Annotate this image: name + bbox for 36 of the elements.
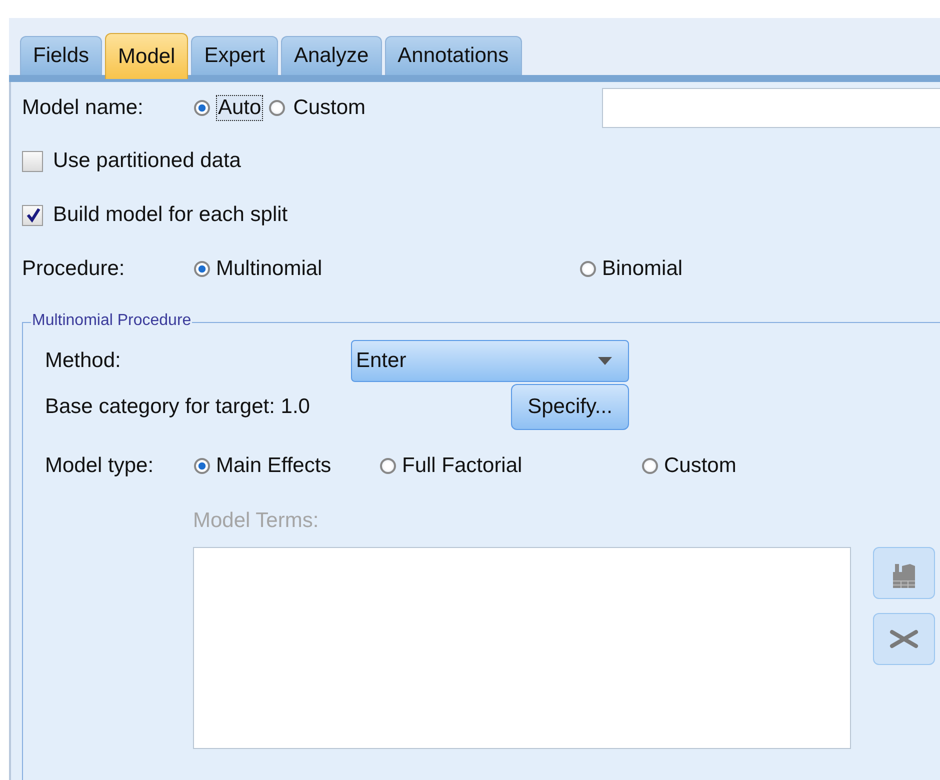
radio-button[interactable] — [194, 261, 210, 277]
field-label: Base category for target: 1.0 — [45, 395, 311, 419]
checkbox[interactable] — [22, 150, 43, 172]
specify-button[interactable]: Specify... — [511, 384, 629, 430]
tab[interactable]: Annotations — [384, 36, 522, 75]
radio-label[interactable]: Custom — [291, 95, 368, 121]
close-icon — [889, 629, 919, 649]
delete-button[interactable] — [873, 613, 935, 665]
field-label: Model type: — [45, 454, 155, 478]
method-dropdown[interactable]: Enter — [351, 340, 629, 382]
radio-label[interactable]: Main Effects — [216, 454, 332, 478]
checkbox-label[interactable]: Build model for each split — [53, 203, 288, 227]
add-term-button[interactable] — [873, 547, 935, 599]
radio-button[interactable] — [194, 458, 210, 474]
check-icon — [24, 207, 40, 223]
radio-button[interactable] — [269, 100, 286, 116]
tab[interactable]: Fields — [20, 36, 102, 75]
field-label: Method: — [45, 349, 122, 373]
model-terms-label: Model Terms: — [193, 509, 319, 533]
radio-button[interactable] — [580, 261, 596, 277]
radio-label[interactable]: Binomial — [602, 257, 683, 281]
field-label: Model name: — [22, 96, 144, 120]
radio-button[interactable] — [642, 458, 658, 474]
tab[interactable]: Model — [105, 33, 188, 79]
caret-icon — [598, 357, 612, 365]
radio-label[interactable]: Auto — [216, 95, 264, 121]
radio-button[interactable] — [380, 458, 396, 474]
radio-button[interactable] — [194, 100, 210, 116]
radio-label[interactable]: Custom — [664, 454, 736, 478]
checkbox-label[interactable]: Use partitioned data — [53, 149, 241, 173]
radio-label[interactable]: Full Factorial — [402, 454, 522, 478]
field-label: Procedure: — [22, 257, 126, 281]
checkbox[interactable] — [22, 204, 43, 226]
tab[interactable]: Analyze — [280, 36, 382, 75]
tab[interactable]: Expert — [191, 36, 278, 75]
radio-label[interactable]: Multinomial — [216, 257, 322, 281]
